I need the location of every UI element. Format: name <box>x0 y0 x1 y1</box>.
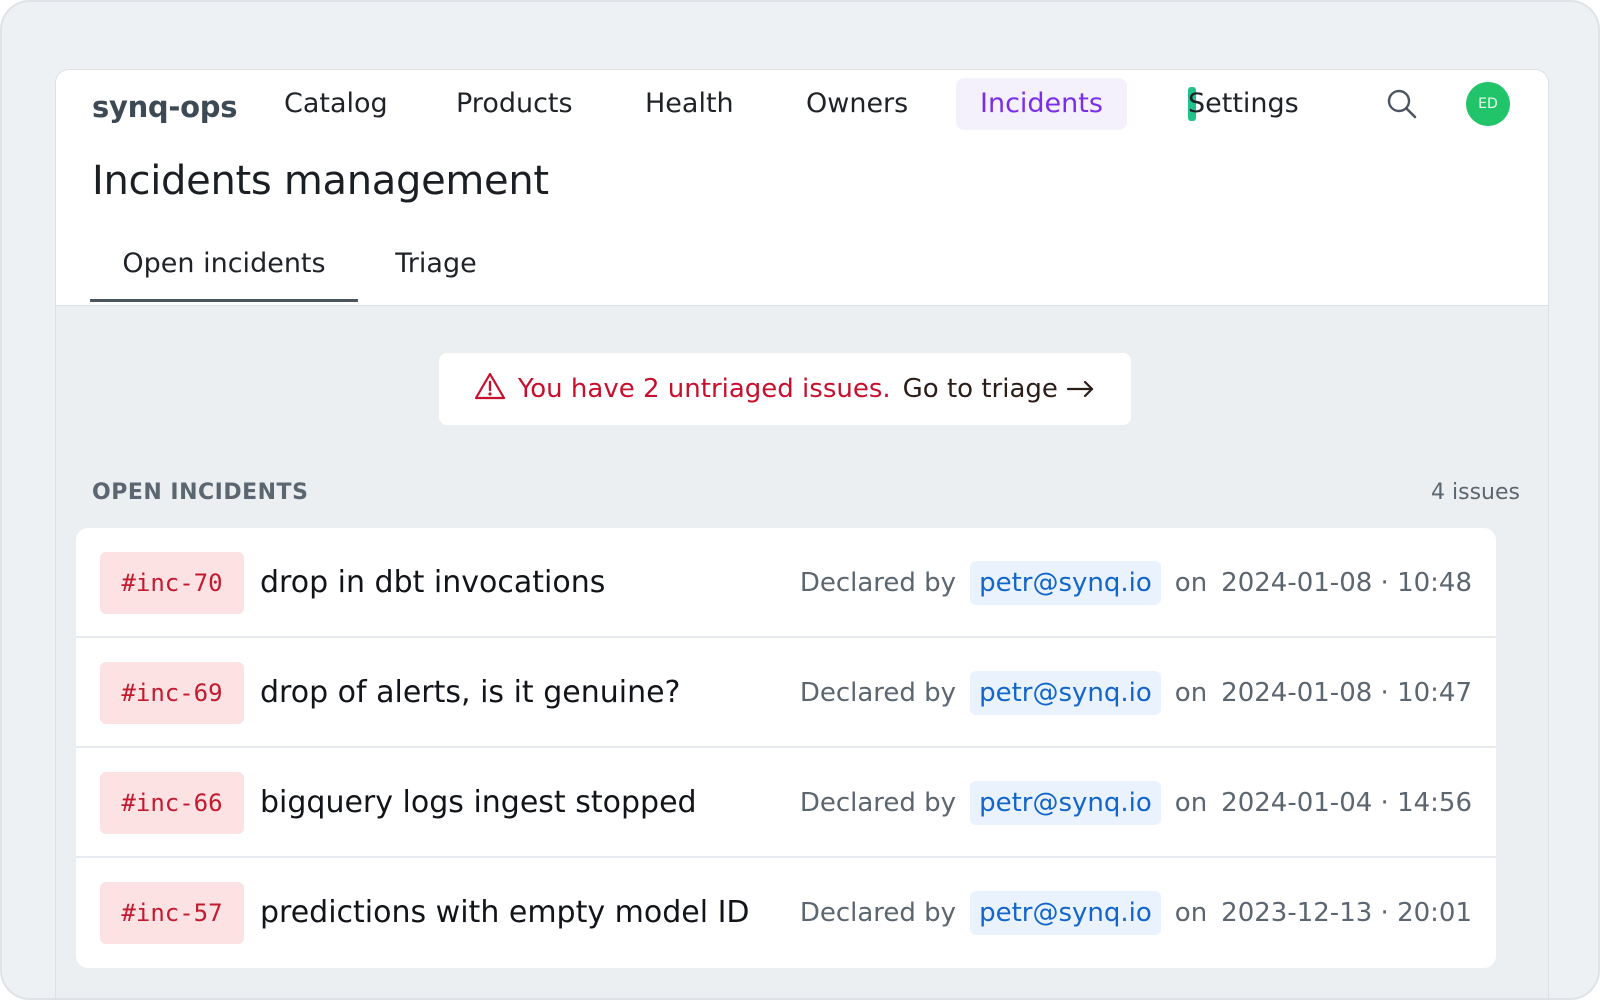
declared-by-label: Declared by <box>799 568 957 598</box>
app-window: synq-ops Catalog Products Health Owners … <box>55 69 1549 998</box>
incident-timestamp: 2024-01-08 · 10:47 <box>1221 678 1472 708</box>
incident-meta: Declared by petr@synq.io on 2024-01-08 ·… <box>800 528 1472 638</box>
declared-by-label: Declared by <box>799 678 957 708</box>
incident-id-badge[interactable]: #inc-66 <box>100 772 244 834</box>
issue-count: 4 issues <box>1431 480 1520 505</box>
declarer-email[interactable]: petr@synq.io <box>970 781 1161 825</box>
incident-title[interactable]: drop in dbt invocations <box>260 528 605 638</box>
declarer-email[interactable]: petr@synq.io <box>970 561 1161 605</box>
go-to-triage-link[interactable]: Go to triage <box>903 374 1097 404</box>
top-navigation: synq-ops Catalog Products Health Owners … <box>56 70 1548 306</box>
on-label: on <box>1174 568 1208 598</box>
incident-row[interactable]: #inc-70 drop in dbt invocations Declared… <box>76 528 1496 638</box>
nav-item-catalog[interactable]: Catalog <box>260 78 412 130</box>
untriaged-banner: You have 2 untriaged issues. Go to triag… <box>439 353 1131 425</box>
incident-title[interactable]: bigquery logs ingest stopped <box>260 748 697 858</box>
incident-timestamp: 2024-01-04 · 14:56 <box>1221 788 1472 818</box>
nav-item-owners[interactable]: Owners <box>782 78 932 130</box>
declarer-email[interactable]: petr@synq.io <box>970 671 1161 715</box>
screen-frame: synq-ops Catalog Products Health Owners … <box>0 0 1600 1000</box>
declared-by-label: Declared by <box>799 898 957 928</box>
nav-item-products[interactable]: Products <box>432 78 597 130</box>
nav-item-health[interactable]: Health <box>621 78 758 130</box>
on-label: on <box>1174 678 1208 708</box>
go-to-triage-label[interactable]: Go to triage <box>903 374 1058 404</box>
arrow-right-icon[interactable] <box>1066 374 1096 404</box>
page-title: Incidents management <box>92 158 549 204</box>
incident-list: #inc-70 drop in dbt invocations Declared… <box>76 528 1496 968</box>
banner-message: You have 2 untriaged issues. <box>517 374 891 404</box>
incident-row[interactable]: #inc-57 predictions with empty model ID … <box>76 858 1496 968</box>
brand-logo[interactable]: synq-ops <box>92 90 237 124</box>
incident-title[interactable]: predictions with empty model ID <box>260 858 750 968</box>
incident-row[interactable]: #inc-66 bigquery logs ingest stopped Dec… <box>76 748 1496 858</box>
incident-meta: Declared by petr@synq.io on 2023-12-13 ·… <box>800 858 1472 968</box>
incident-meta: Declared by petr@synq.io on 2024-01-04 ·… <box>800 748 1472 858</box>
section-heading: OPEN INCIDENTS <box>92 480 309 505</box>
nav-item-incidents[interactable]: Incidents <box>956 78 1127 130</box>
on-label: on <box>1174 788 1208 818</box>
tab-triage[interactable]: Triage <box>374 240 498 302</box>
nav-item-settings[interactable]: Settings <box>1164 78 1323 130</box>
avatar[interactable]: ED <box>1466 82 1510 126</box>
incident-timestamp: 2024-01-08 · 10:48 <box>1221 568 1472 598</box>
incident-row[interactable]: #inc-69 drop of alerts, is it genuine? D… <box>76 638 1496 748</box>
warning-icon <box>474 372 506 407</box>
declarer-email[interactable]: petr@synq.io <box>970 891 1161 935</box>
incident-meta: Declared by petr@synq.io on 2024-01-08 ·… <box>800 638 1472 748</box>
incident-title[interactable]: drop of alerts, is it genuine? <box>260 638 680 748</box>
incident-timestamp: 2023-12-13 · 20:01 <box>1221 898 1472 928</box>
on-label: on <box>1174 898 1208 928</box>
declared-by-label: Declared by <box>799 788 957 818</box>
incident-id-badge[interactable]: #inc-69 <box>100 662 244 724</box>
incident-id-badge[interactable]: #inc-70 <box>100 552 244 614</box>
incident-id-badge[interactable]: #inc-57 <box>100 882 244 944</box>
search-icon[interactable] <box>1384 86 1420 122</box>
tab-open-incidents[interactable]: Open incidents <box>90 240 358 302</box>
